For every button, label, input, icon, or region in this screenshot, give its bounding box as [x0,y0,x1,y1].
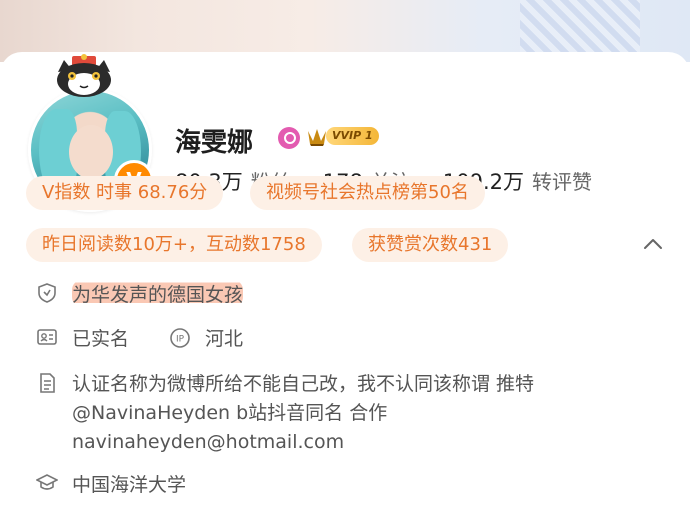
graduation-cap-icon [36,474,58,490]
school-text: 中国海洋大学 [72,474,187,496]
verification-text: 为华发声的德国女孩 [72,280,244,307]
crown-icon [308,129,326,146]
profile-card: V 海雯娜 VVIP 1 80.3万 粉丝 178 关注 109.2万 转评赞 … [0,52,690,512]
ip-icon: IP [170,327,190,348]
vip-level-label: VVIP 1 [326,127,379,145]
real-name-label: 已实名 [72,328,130,350]
stat-engagement-label: 转评赞 [531,170,592,194]
realname-location-row: 已实名 IP 河北 [36,324,243,351]
chevron-up-icon[interactable] [641,232,665,256]
verification-row: 为华发声的德国女孩 [36,280,244,307]
tag-rewards[interactable]: 获赞赏次数431 [352,228,509,262]
intro-text: 认证名称为微博所给不能自己改，我不认同该称谓 推特@NavinaHeyden b… [72,373,535,453]
avatar-face [69,125,113,179]
svg-text:IP: IP [176,334,185,344]
tag-ranking[interactable]: 视频号社会热点榜第50名 [250,176,485,210]
vip-badge[interactable]: VVIP 1 [306,124,379,148]
shield-icon [38,283,56,303]
ip-location: IP 河北 [169,324,243,351]
location-text: 河北 [205,328,244,350]
document-icon [40,373,55,393]
super-fan-icon[interactable] [278,127,300,149]
intro-row: 认证名称为微博所给不能自己改，我不认同该称谓 推特@NavinaHeyden b… [36,370,652,457]
tag-v-index[interactable]: V指数 时事 68.76分 [26,176,224,210]
profile-name: 海雯娜 [175,128,254,158]
tag-yesterday-stats[interactable]: 昨日阅读数10万+，互动数1758 [26,228,322,262]
cat-avatar-pendant-icon [57,54,111,97]
id-card-icon [37,329,57,345]
school-row: 中国海洋大学 [36,470,186,497]
